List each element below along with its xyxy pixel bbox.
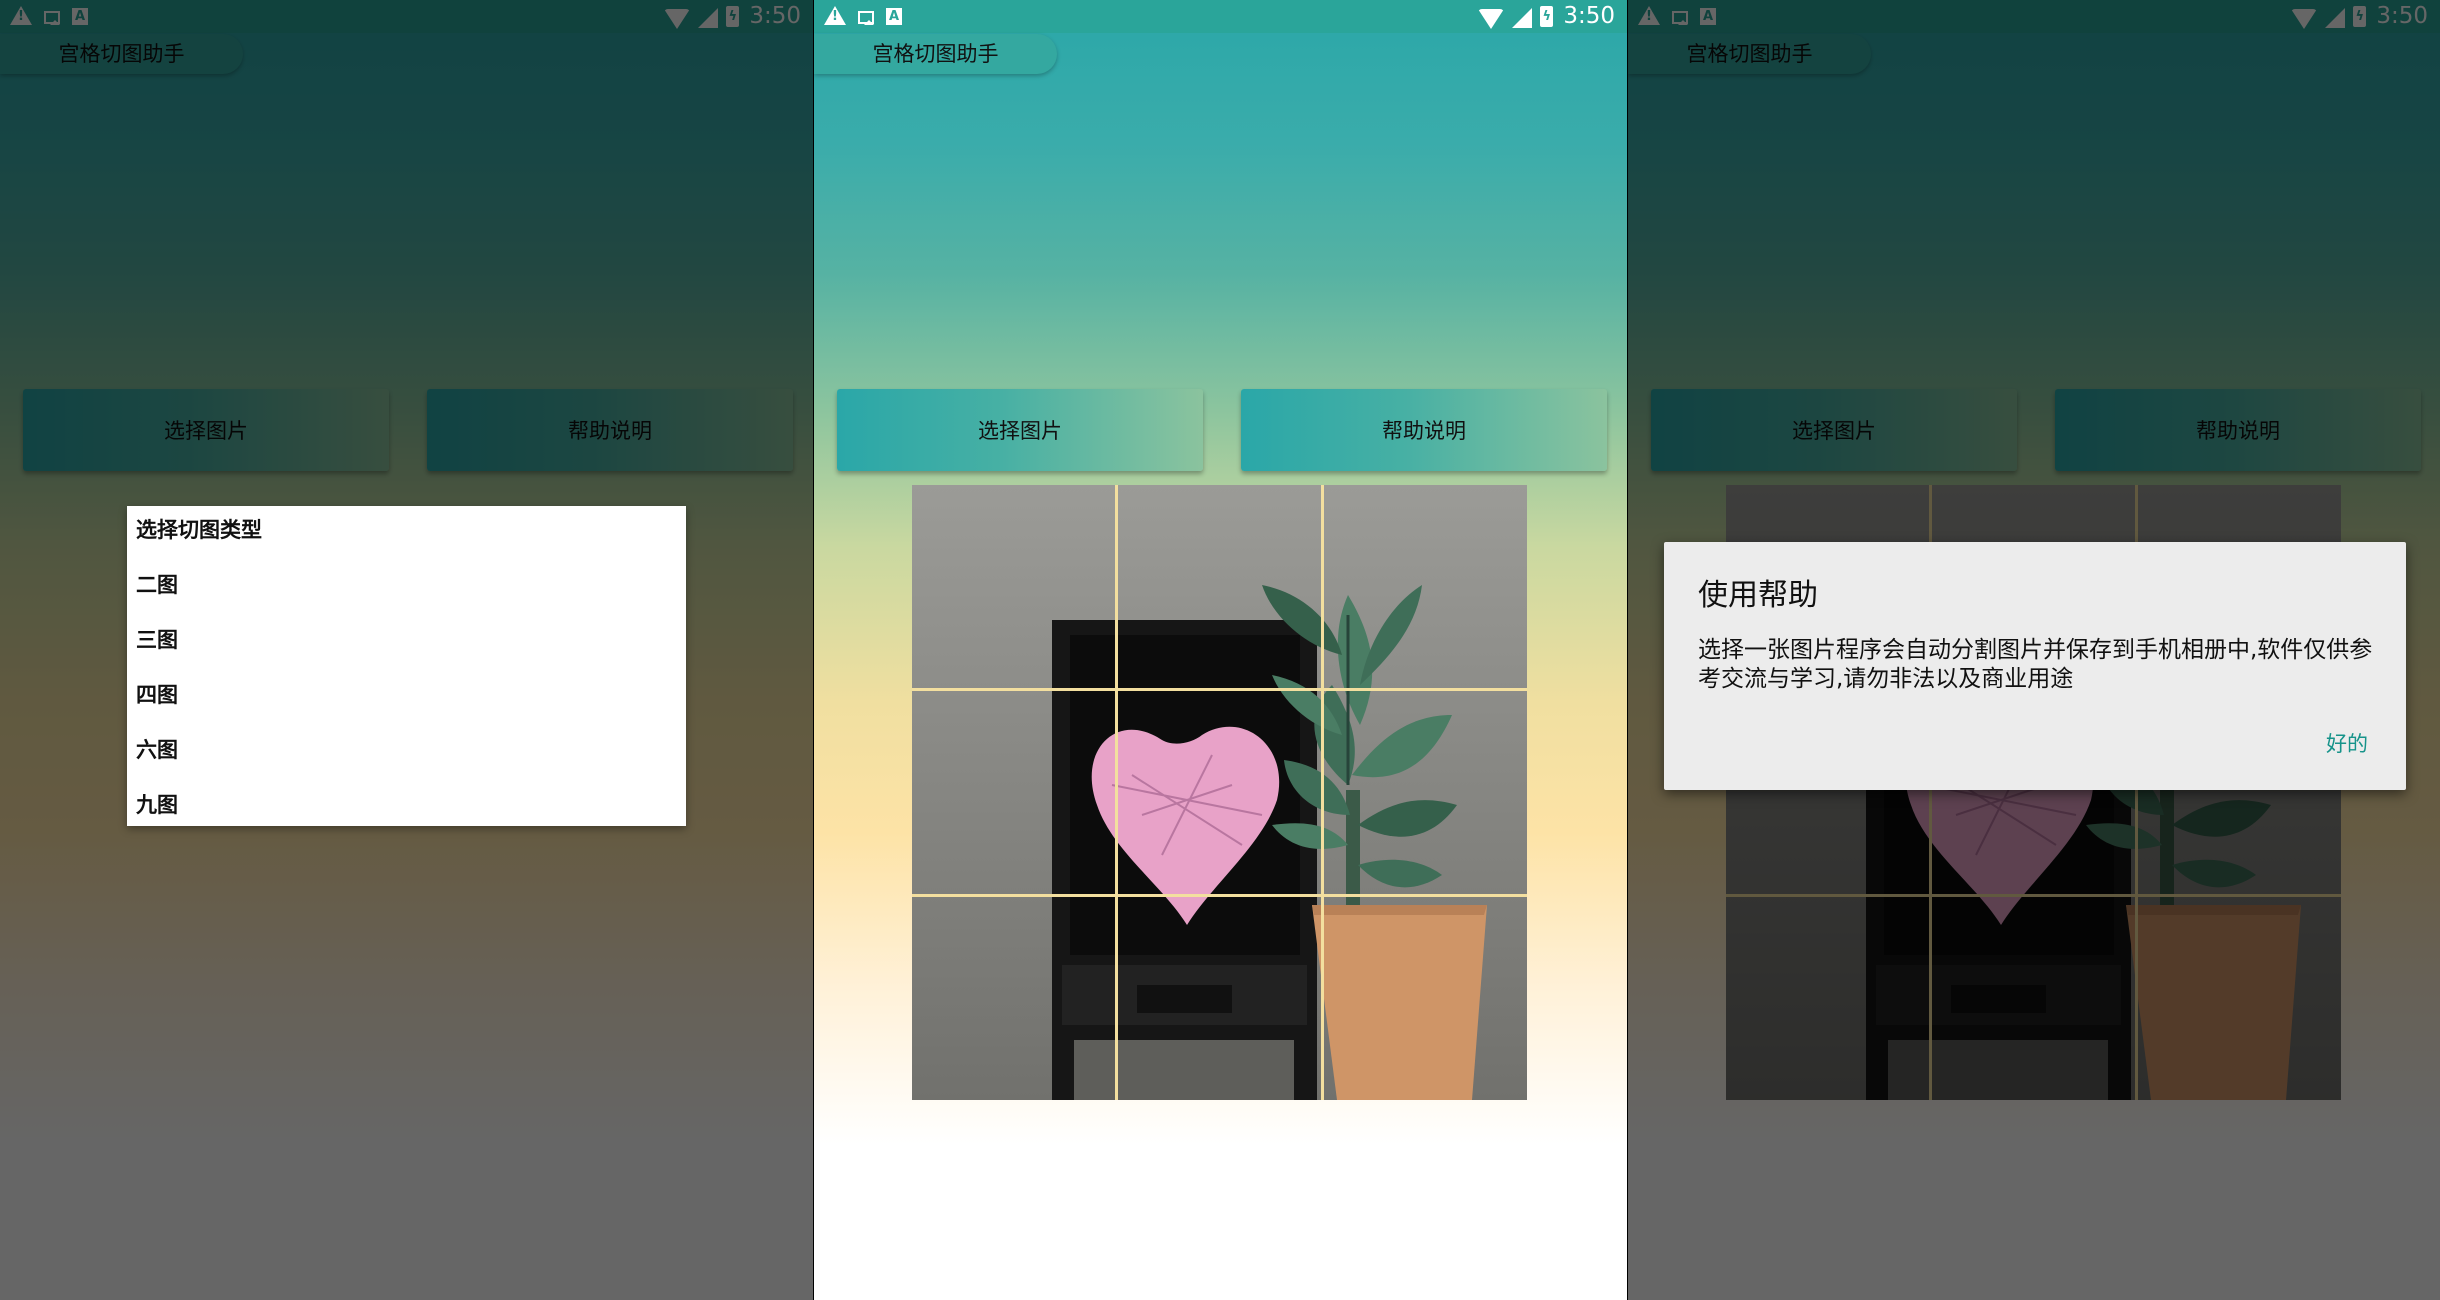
grid-line-v2 bbox=[1321, 485, 1324, 1100]
help-dialog: 使用帮助 选择一张图片程序会自动分割图片并保存到手机相册中,软件仅供参考交流与学… bbox=[1664, 542, 2406, 790]
grid-line-h2 bbox=[912, 894, 1527, 897]
screen-main-grid: A ϟ 3:50 宫格切图助手 选择图片 帮助说明 bbox=[814, 0, 1627, 1300]
cut-type-menu: 选择切图类型 二图 三图 四图 六图 九图 bbox=[127, 506, 686, 826]
screen-type-menu: A ϟ 3:50 宫格切图助手 选择图片 帮助说明 选择切图类型 二图 三图 四… bbox=[0, 0, 813, 1300]
menu-item-two[interactable]: 二图 bbox=[136, 569, 178, 599]
status-time: 3:50 bbox=[1563, 3, 1615, 29]
comparison-stage: A ϟ 3:50 宫格切图助手 选择图片 帮助说明 选择切图类型 二图 三图 四… bbox=[0, 0, 2440, 1300]
grid-line-h1 bbox=[912, 688, 1527, 691]
menu-title: 选择切图类型 bbox=[136, 518, 262, 542]
dialog-message: 选择一张图片程序会自动分割图片并保存到手机相册中,软件仅供参考交流与学习,请勿非… bbox=[1698, 637, 2373, 692]
heart-plant-photo bbox=[912, 485, 1527, 1100]
ok-button[interactable]: 好的 bbox=[2326, 728, 2368, 758]
app-title: 宫格切图助手 bbox=[814, 34, 1057, 74]
status-bar: A ϟ 3:50 bbox=[814, 0, 1627, 33]
menu-item-six[interactable]: 六图 bbox=[136, 734, 178, 764]
split-image-preview bbox=[912, 485, 1527, 1100]
font-a-icon: A bbox=[886, 8, 902, 25]
battery-icon: ϟ bbox=[1540, 6, 1554, 27]
dialog-title: 使用帮助 bbox=[1698, 578, 1818, 613]
select-image-button[interactable]: 选择图片 bbox=[837, 389, 1203, 471]
menu-item-four[interactable]: 四图 bbox=[136, 679, 178, 709]
grid-line-v1 bbox=[1115, 485, 1118, 1100]
wifi-icon bbox=[1478, 8, 1505, 29]
menu-item-nine[interactable]: 九图 bbox=[136, 789, 178, 819]
warning-icon bbox=[824, 6, 846, 26]
menu-item-three[interactable]: 三图 bbox=[136, 624, 178, 654]
signal-icon bbox=[1512, 7, 1533, 28]
screen-help-dialog: A ϟ 3:50 宫格切图助手 选择图片 帮助说明 使用帮助 选择一张图片程序会… bbox=[1628, 0, 2440, 1300]
image-icon bbox=[858, 11, 874, 25]
help-button[interactable]: 帮助说明 bbox=[1241, 389, 1607, 471]
